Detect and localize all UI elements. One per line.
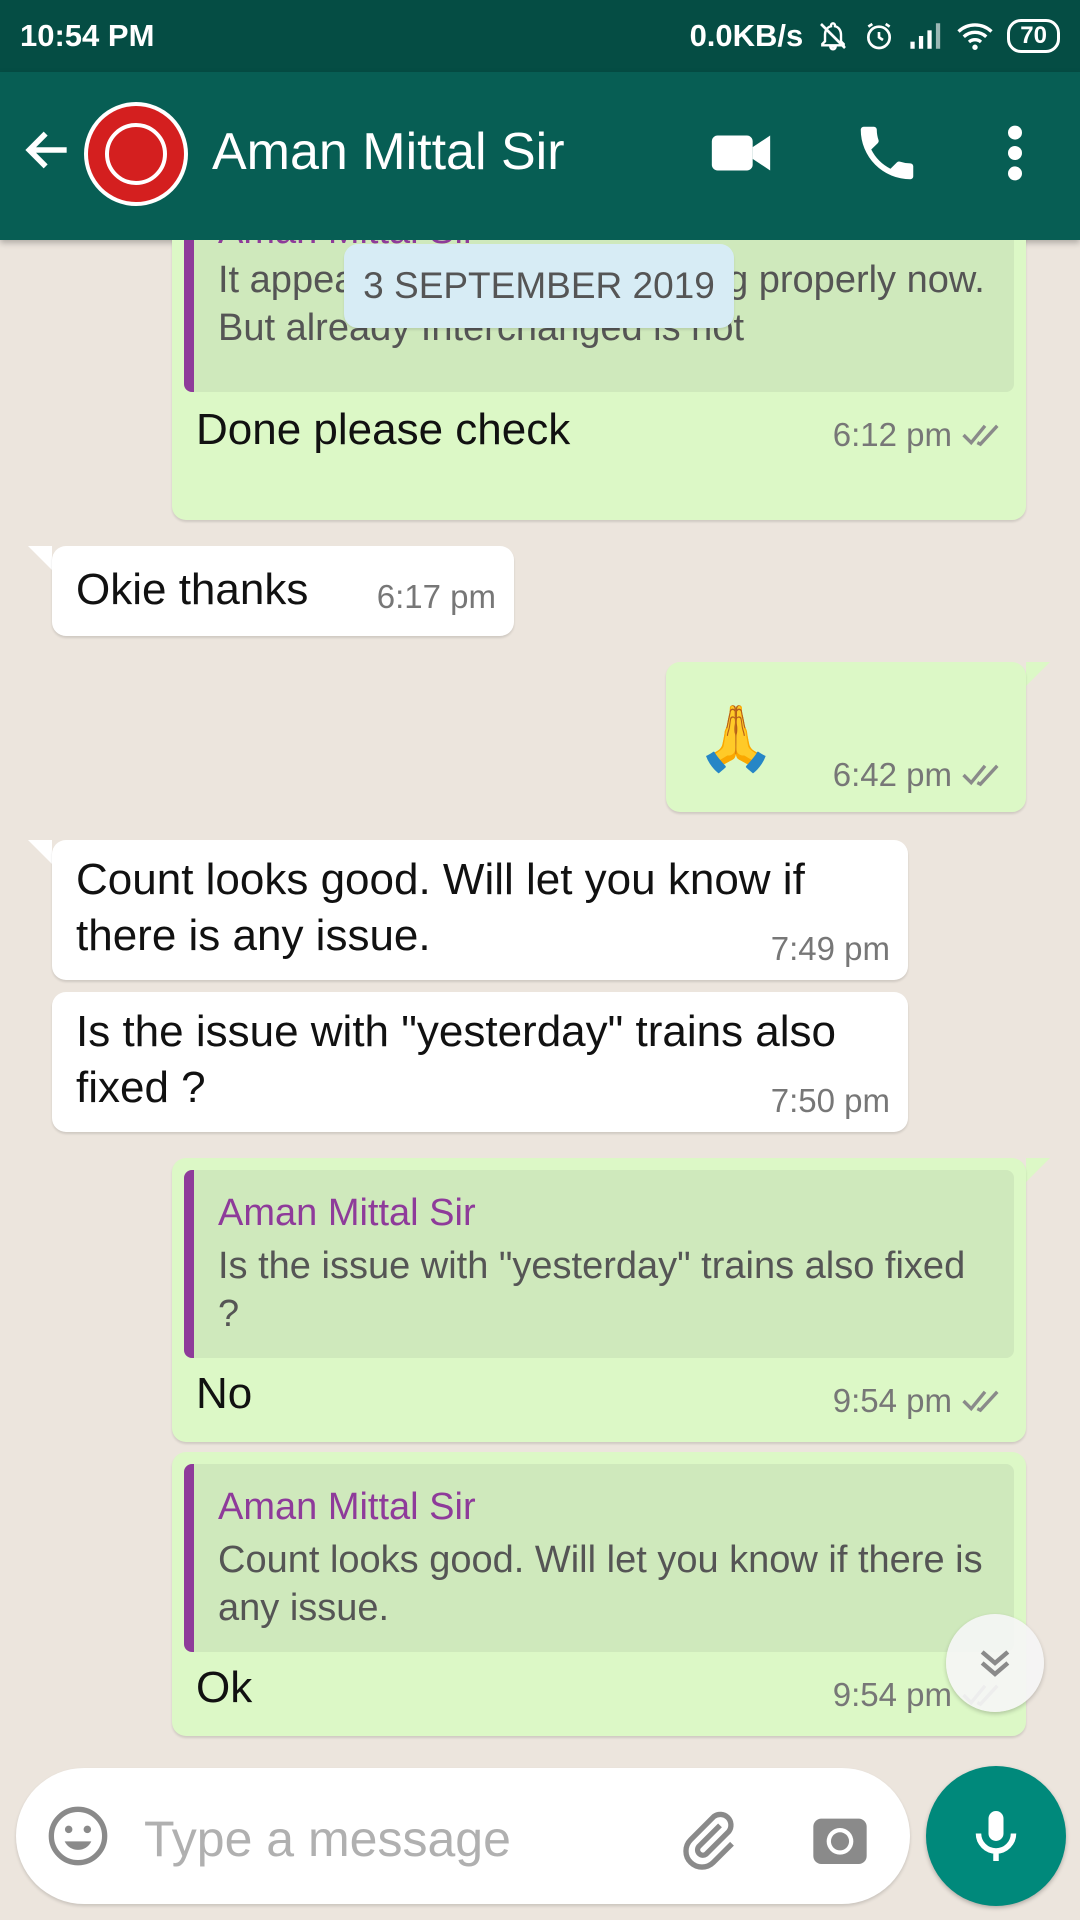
message-text: No [196, 1369, 253, 1418]
quoted-message[interactable]: Aman Mittal Sir Count looks good. Will l… [184, 1464, 1014, 1652]
message-text: Is the issue with "yesterday" trains als… [76, 1007, 837, 1112]
avatar[interactable] [84, 102, 188, 206]
quote-text: Count looks good. Will let you know if t… [218, 1539, 983, 1629]
date-chip: 3 SEPTEMBER 2019 [344, 244, 734, 328]
message-text: Ok [196, 1663, 253, 1712]
message-bubble-incoming[interactable]: Okie thanks 6:17 pm [52, 546, 514, 636]
video-call-icon[interactable] [706, 118, 776, 188]
attach-icon[interactable] [676, 1808, 740, 1872]
message-time: 9:54 pm [832, 1676, 952, 1713]
quote-author: Aman Mittal Sir [218, 1192, 476, 1234]
wifi-icon [957, 23, 993, 50]
voice-call-icon[interactable] [852, 118, 922, 188]
message-bubble-incoming[interactable]: Is the issue with "yesterday" trains als… [52, 992, 908, 1132]
microphone-icon [975, 1811, 1017, 1861]
message-text: Count looks good. Will let you know if t… [76, 855, 805, 960]
message-time: 7:49 pm [770, 930, 890, 967]
read-ticks-icon [962, 764, 999, 787]
message-text: Done please check [196, 405, 571, 454]
message-bubble-outgoing[interactable]: Aman Mittal Sir Count looks good. Will l… [172, 1452, 1026, 1736]
message-text: Okie thanks [76, 565, 309, 614]
chat-header: Aman Mittal Sir [0, 72, 1080, 240]
back-arrow-icon[interactable] [20, 122, 76, 178]
message-bubble-outgoing[interactable]: Aman Mittal Sir Is the issue with "yeste… [172, 1158, 1026, 1442]
read-ticks-icon [962, 1390, 999, 1413]
message-time: 6:12 pm [832, 416, 952, 453]
contact-name[interactable]: Aman Mittal Sir [212, 122, 565, 182]
message-list[interactable]: Aman Mittal Sir It appears interchanges … [0, 240, 1080, 1770]
status-time: 10:54 PM [20, 18, 155, 53]
double-chevron-down-icon [980, 1650, 1010, 1677]
battery-icon: 70 [1007, 19, 1060, 53]
message-time: 9:54 pm [832, 1382, 952, 1419]
mute-notification-icon [820, 22, 847, 51]
message-input[interactable]: Type a message [144, 1810, 511, 1868]
message-bubble-incoming[interactable]: Count looks good. Will let you know if t… [52, 840, 908, 980]
message-time: 6:42 pm [832, 756, 952, 793]
network-speed: 0.0KB/s [689, 18, 804, 53]
read-ticks-icon [962, 424, 999, 447]
emoji-icon[interactable] [46, 1804, 110, 1868]
quote-author: Aman Mittal Sir [218, 1486, 476, 1528]
message-time: 7:50 pm [770, 1082, 890, 1119]
message-composer[interactable]: Type a message [16, 1768, 910, 1904]
emoji-message: 🙏 [696, 702, 776, 774]
message-time: 6:17 pm [376, 578, 496, 615]
message-bubble-outgoing[interactable]: 🙏 6:42 pm [666, 662, 1026, 812]
more-options-icon[interactable] [990, 118, 1040, 188]
scroll-to-bottom-button[interactable] [946, 1614, 1044, 1712]
quoted-message[interactable]: Aman Mittal Sir Is the issue with "yeste… [184, 1170, 1014, 1358]
quote-text: Is the issue with "yesterday" trains als… [218, 1245, 966, 1335]
camera-icon[interactable] [808, 1808, 872, 1872]
voice-record-button[interactable] [926, 1766, 1066, 1906]
alarm-icon [867, 22, 892, 50]
status-bar: 10:54 PM 0.0KB/s 70 [0, 0, 1080, 72]
signal-icon [910, 23, 941, 49]
